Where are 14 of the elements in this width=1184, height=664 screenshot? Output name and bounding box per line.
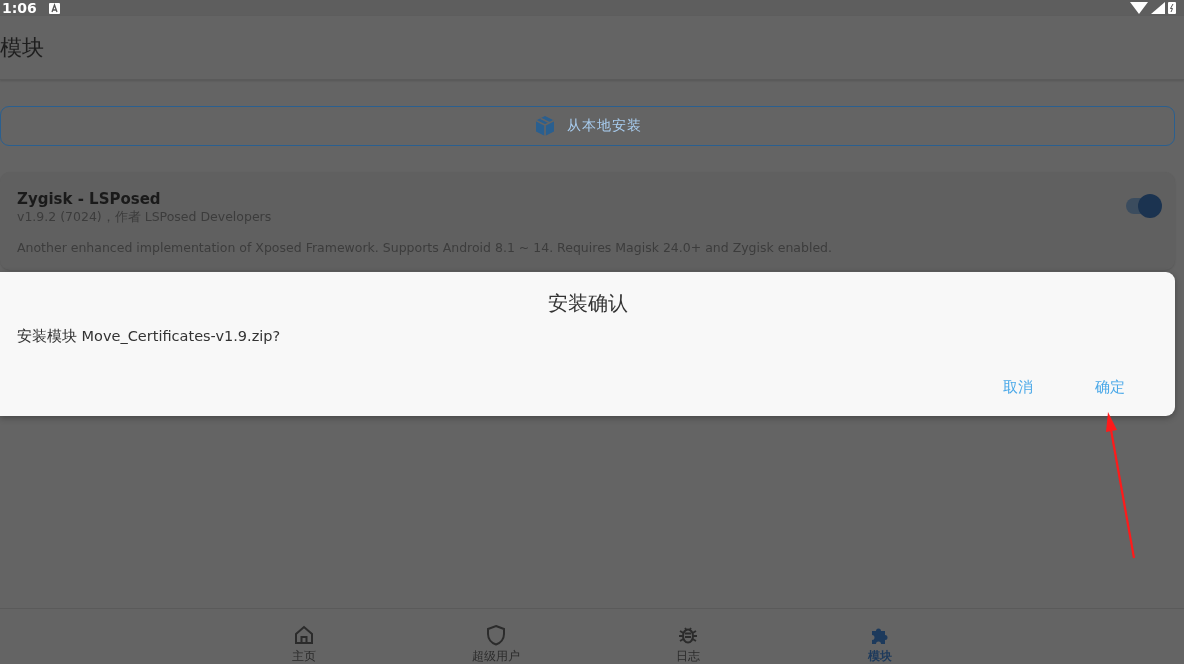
cancel-button[interactable]: 取消 (997, 374, 1039, 401)
module-name: Zygisk - LSPosed (17, 190, 162, 208)
install-button[interactable]: 从本地安装 (0, 106, 1175, 146)
wifi-icon (1130, 2, 1148, 14)
dialog-message: 安装模块 Move_Certificates-v1.9.zip? (17, 327, 281, 346)
nav-tab[interactable]: 模块 (784, 609, 976, 664)
shield-icon (485, 624, 507, 646)
dialog-title: 安装确认 (547, 290, 628, 317)
status-time: 1:06 (2, 0, 37, 16)
box-icon (533, 114, 557, 138)
confirm-button[interactable]: 确定 (1089, 374, 1131, 401)
home-icon (293, 624, 315, 646)
signal-icon (1151, 2, 1165, 14)
page-title: 模块 (0, 33, 44, 62)
